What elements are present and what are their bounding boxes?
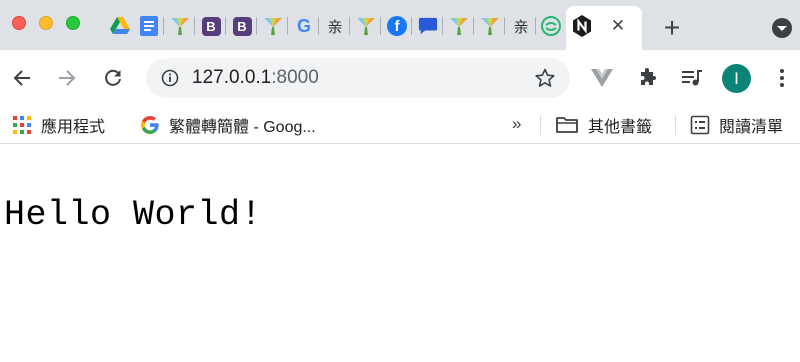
bookmarks-bar: 應用程式 繁體轉簡體 - Goog... » 其他書籤 閱讀清單: [0, 106, 800, 144]
puzzle-icon: [641, 68, 656, 85]
info-icon: [161, 69, 179, 87]
new-tab-button[interactable]: +: [658, 14, 686, 42]
tab-yii-2[interactable]: [263, 16, 283, 36]
facebook-icon: f: [387, 16, 407, 36]
bookmark-other-bookmarks[interactable]: 其他書籤: [555, 113, 652, 137]
google-icon: [141, 116, 159, 134]
tab-yii-3[interactable]: [356, 16, 376, 36]
window-minimize-button[interactable]: [39, 16, 53, 30]
yii-icon: [357, 18, 375, 35]
folder-icon: [556, 117, 578, 133]
plus-icon: +: [663, 12, 681, 43]
tab-facebook[interactable]: f: [387, 16, 407, 36]
media-queue-button[interactable]: [676, 62, 708, 94]
reload-icon: [105, 69, 121, 86]
bookmark-other-bookmarks-label: 其他書籤: [588, 119, 653, 136]
bootstrap-icon: B: [201, 16, 221, 36]
back-arrow-icon: [13, 70, 30, 86]
tab-chinese-1[interactable]: 亲: [325, 16, 345, 36]
chinese-char-icon: 亲: [513, 18, 529, 36]
bookmark-apps-label: 應用程式: [41, 119, 106, 136]
bootstrap-icon: B: [232, 16, 252, 36]
bookmark-apps[interactable]: 應用程式: [12, 113, 105, 137]
yii-icon: [264, 18, 282, 35]
url-port: :8000: [271, 67, 319, 88]
chinese-char-icon: 亲: [327, 18, 343, 36]
chat-bubble-icon: [418, 17, 438, 35]
browser-toolbar: 127.0.0.1:8000 I: [0, 50, 800, 106]
tab-chat[interactable]: [418, 16, 438, 36]
profile-avatar[interactable]: I: [722, 64, 751, 93]
google-icon: G: [296, 15, 311, 36]
active-tab[interactable]: ✕: [566, 6, 642, 52]
window-close-button[interactable]: [12, 16, 26, 30]
tab-bootstrap-1[interactable]: B: [201, 16, 221, 36]
address-bar[interactable]: 127.0.0.1:8000: [146, 58, 570, 98]
tab-yii-4[interactable]: [449, 16, 469, 36]
bookmark-star-button[interactable]: [534, 67, 556, 89]
tab-close-button[interactable]: ✕: [606, 14, 630, 38]
close-icon: ✕: [610, 16, 626, 35]
url-text[interactable]: 127.0.0.1:8000: [192, 68, 319, 88]
media-queue-icon: [682, 70, 702, 86]
reading-list-button[interactable]: 閱讀清單: [690, 113, 783, 137]
avatar-letter: I: [734, 68, 739, 88]
yii-icon: [171, 18, 189, 35]
tab-google[interactable]: G: [294, 16, 314, 36]
page-content: Hello World!: [0, 150, 800, 362]
tab-yii-1[interactable]: [170, 16, 190, 36]
frog-icon: [541, 16, 561, 36]
chrome-menu-button[interactable]: [766, 62, 798, 94]
yii-icon: [450, 18, 468, 35]
extensions-button[interactable]: [632, 62, 664, 94]
active-tab-favicon: [572, 15, 592, 37]
apps-grid-icon: [13, 116, 31, 134]
tab-yii-5[interactable]: [480, 16, 500, 36]
tab-google-docs[interactable]: [139, 16, 159, 36]
reload-button[interactable]: [97, 62, 129, 94]
tab-google-drive[interactable]: [110, 16, 130, 36]
url-host: 127.0.0.1: [192, 67, 272, 88]
tab-bootstrap-2[interactable]: B: [232, 16, 252, 36]
tab-chinese-2[interactable]: 亲: [511, 16, 531, 36]
vue-devtools-icon: [591, 69, 613, 87]
reading-list-icon: [690, 115, 710, 135]
window-maximize-button[interactable]: [66, 16, 80, 30]
back-button[interactable]: [6, 62, 38, 94]
yii-icon: [481, 18, 499, 35]
forward-button[interactable]: [51, 62, 83, 94]
bookmark-google-translate[interactable]: 繁體轉簡體 - Goog...: [140, 113, 316, 137]
forward-arrow-icon: [59, 70, 76, 86]
vue-devtools-button[interactable]: [586, 62, 618, 94]
nginx-icon: [573, 15, 591, 37]
hello-world-heading: Hello World!: [4, 195, 263, 235]
bookmark-google-translate-label: 繁體轉簡體 - Goog...: [169, 119, 316, 136]
bookmarks-overflow-button[interactable]: »: [512, 114, 521, 134]
google-drive-icon: [110, 17, 130, 34]
tab-frog[interactable]: [541, 16, 561, 36]
site-info-button[interactable]: [160, 68, 180, 88]
google-docs-icon: [140, 16, 158, 36]
star-icon: [535, 68, 555, 87]
tab-search-button[interactable]: [770, 16, 794, 40]
chevron-down-icon: [772, 18, 792, 38]
tab-strip: B B G 亲 f 亲 ✕ +: [0, 0, 800, 52]
reading-list-label: 閱讀清單: [719, 119, 784, 136]
kebab-menu-icon: [780, 69, 784, 87]
